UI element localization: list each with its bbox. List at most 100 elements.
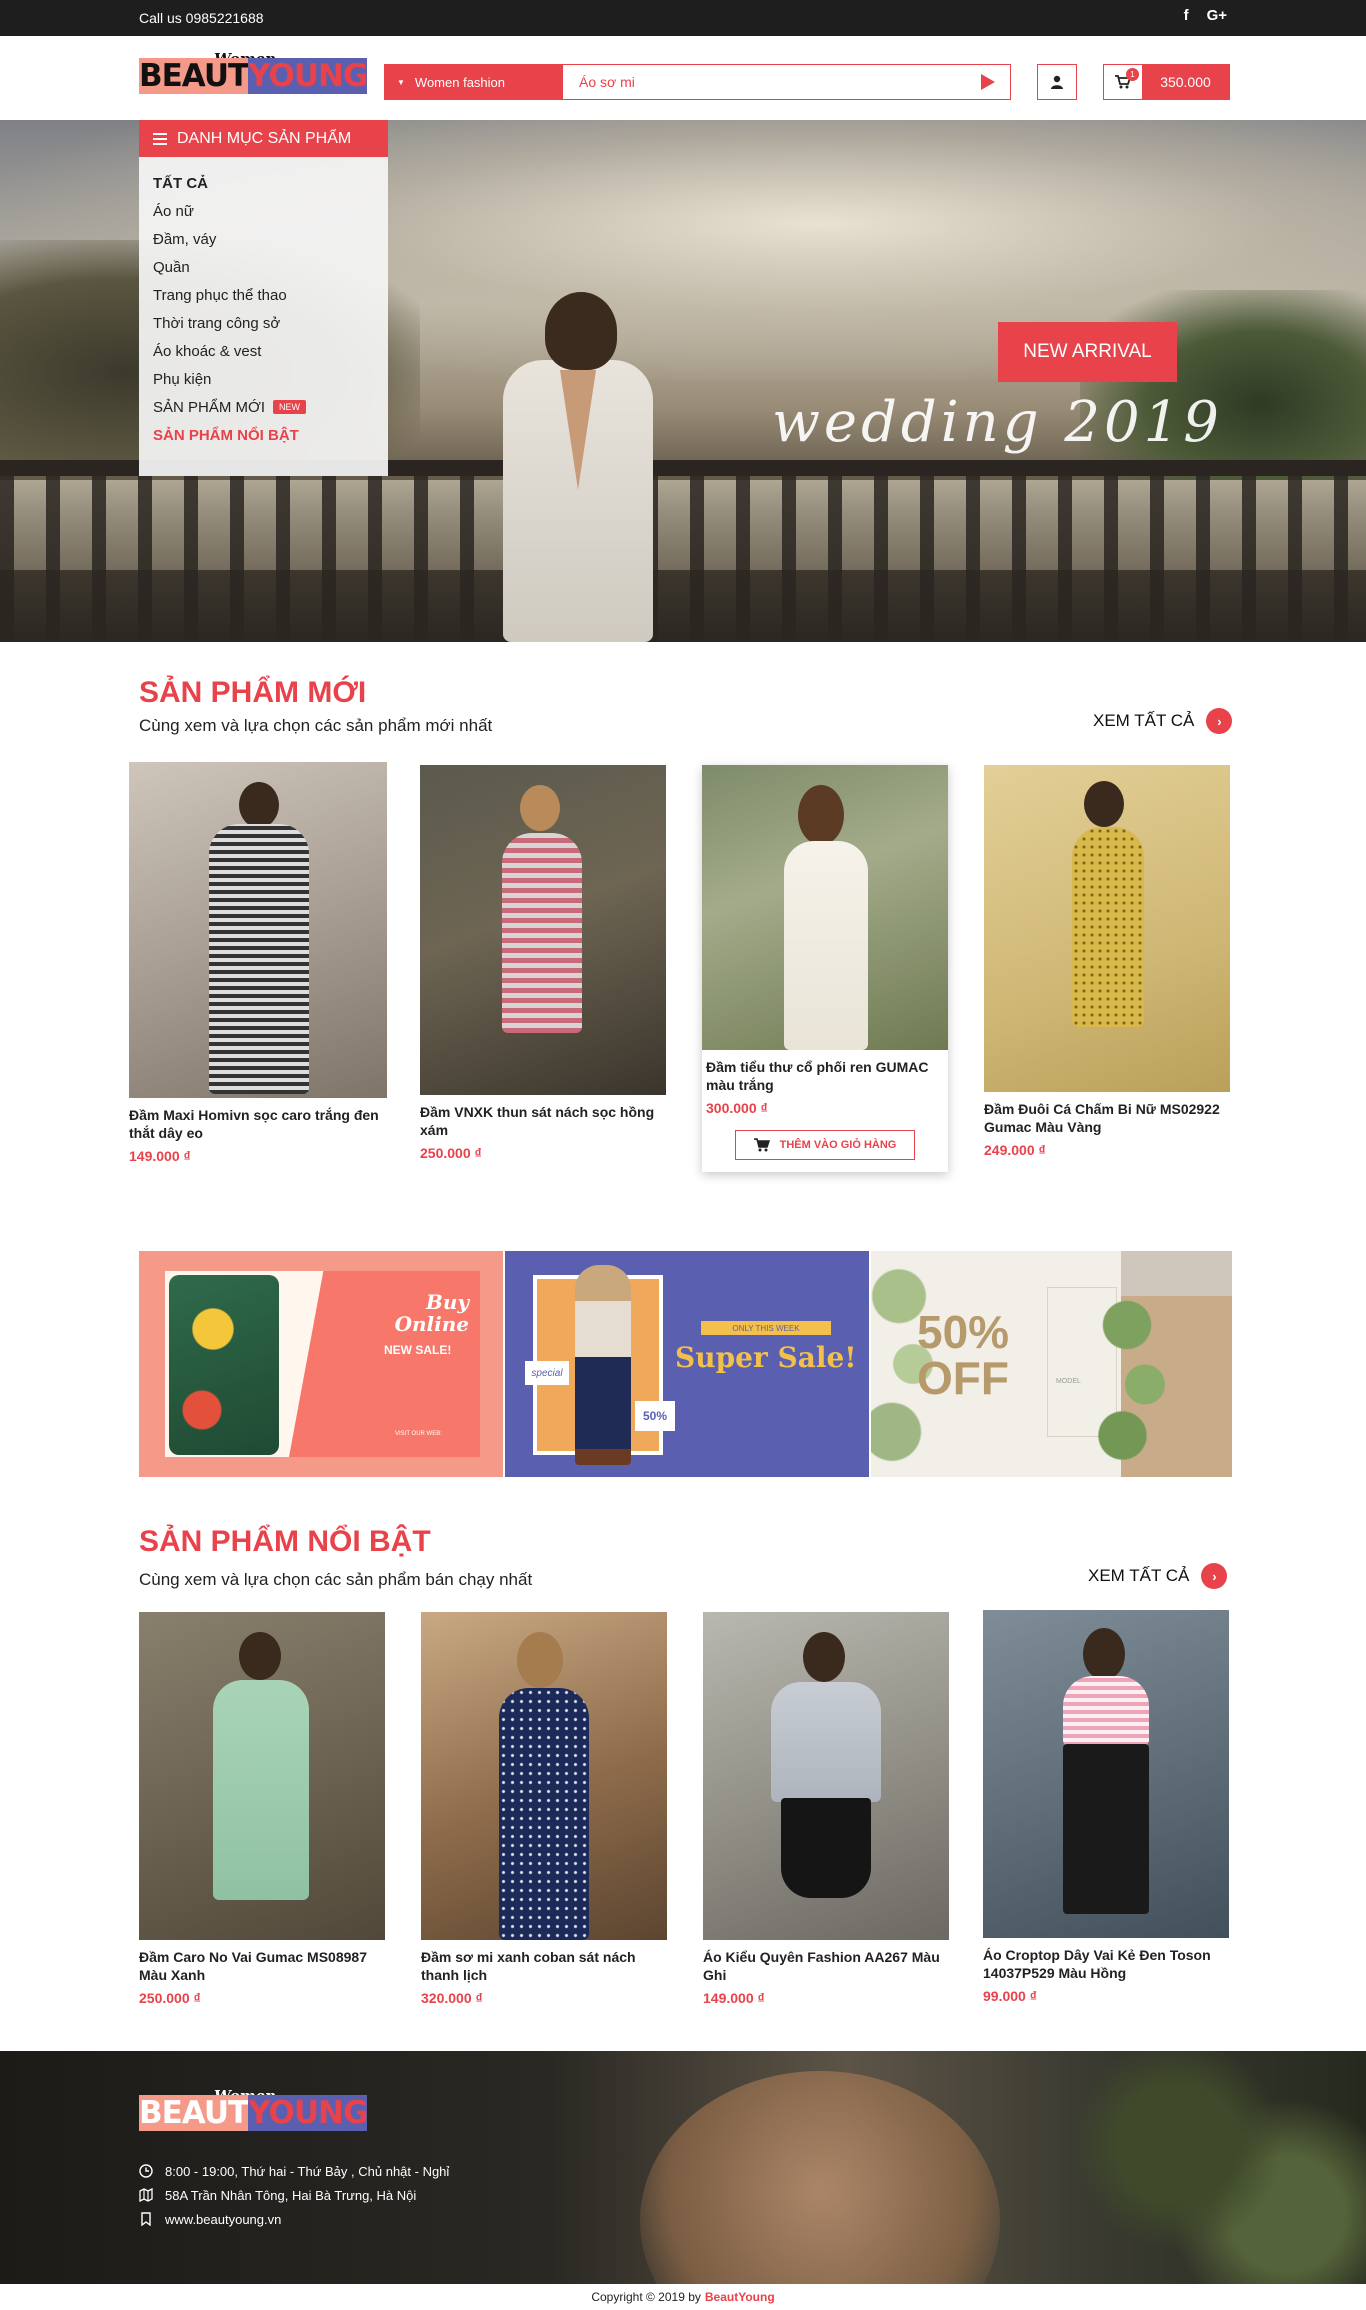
category-label: Áo nữ xyxy=(153,202,194,220)
product-price: 149.000 ₫ xyxy=(129,1148,191,1164)
address-text: 58A Trần Nhân Tông, Hai Bà Trưng, Hà Nội xyxy=(165,2187,417,2203)
product-image[interactable] xyxy=(702,765,948,1050)
special-tag: special xyxy=(525,1361,569,1385)
category-label: SẢN PHẨM NỔI BẬT xyxy=(153,426,299,444)
pct-line-2: OFF xyxy=(917,1352,1009,1404)
featured-products-see-all[interactable]: XEM TẤT CẢ › xyxy=(1088,1563,1228,1589)
new-products-see-all[interactable]: XEM TẤT CẢ › xyxy=(1093,708,1233,734)
product-image[interactable] xyxy=(129,762,387,1098)
copyright-bar: Copyright © 2019 by BeautYoung xyxy=(0,2284,1366,2310)
product-name[interactable]: Đầm VNXK thun sát nách sọc hồng xám xyxy=(420,1103,666,1139)
category-menu-header[interactable]: DANH MỤC SẢN PHẨM xyxy=(139,120,388,157)
promo-banner-buy-online[interactable]: Buy Online NEW SALE! VISIT OUR WEB: xyxy=(139,1251,503,1477)
product-name[interactable]: Đầm sơ mi xanh coban sát nách thanh lịch xyxy=(421,1948,667,1984)
promo-model xyxy=(575,1265,631,1465)
product-image[interactable] xyxy=(420,765,666,1095)
account-button[interactable] xyxy=(1037,64,1077,100)
category-item-all[interactable]: TẤT CẢ xyxy=(153,169,388,197)
promo-banner-50-off[interactable]: 50% OFF MODEL xyxy=(871,1251,1232,1477)
footer-bg-leaves xyxy=(1050,2051,1366,2284)
super-sale-text: Super Sale! xyxy=(675,1341,857,1374)
buy-online-title: Buy Online xyxy=(379,1291,469,1335)
new-arrival-button[interactable]: NEW ARRIVAL xyxy=(998,322,1177,382)
product-name[interactable]: Áo Kiểu Quyên Fashion AA267 Màu Ghi xyxy=(703,1948,949,1984)
product-price: 99.000 ₫ xyxy=(983,1988,1037,2004)
category-label: Đầm, váy xyxy=(153,230,217,248)
product-name[interactable]: Đầm Caro No Vai Gumac MS08987 Màu Xanh xyxy=(139,1948,385,1984)
product-card[interactable]: Đầm Đuôi Cá Chấm Bi Nữ MS02922 Gumac Màu… xyxy=(984,765,1230,1158)
category-item-jacket[interactable]: Áo khoác & vest xyxy=(153,337,388,365)
product-name[interactable]: Đầm Đuôi Cá Chấm Bi Nữ MS02922 Gumac Màu… xyxy=(984,1100,1230,1136)
category-menu-title: DANH MỤC SẢN PHẨM xyxy=(177,129,352,147)
promo-banner-super-sale[interactable]: special ONLY THIS WEEK Super Sale! 50% xyxy=(505,1251,869,1477)
hero-model-hair xyxy=(545,292,617,370)
product-card[interactable]: Áo Croptop Dây Vai Kẻ Đen Toson 14037P52… xyxy=(983,1610,1229,2004)
product-card[interactable]: Đầm sơ mi xanh coban sát nách thanh lịch… xyxy=(421,1612,667,2006)
category-label: SẢN PHẨM MỚI xyxy=(153,398,266,416)
featured-products-subtitle: Cùng xem và lựa chọn các sản phẩm bán ch… xyxy=(139,1570,533,1589)
category-label: Trang phục thể thao xyxy=(153,286,287,304)
search-category-select[interactable]: ▼ Women fashion xyxy=(385,65,563,99)
product-price: 250.000 ₫ xyxy=(139,1990,201,2006)
category-label: Quần xyxy=(153,258,190,276)
visit-web-text: VISIT OUR WEB: xyxy=(395,1431,442,1437)
product-image[interactable] xyxy=(703,1612,949,1940)
model-label: MODEL xyxy=(1056,1378,1081,1385)
footer-logo[interactable]: Women Fashion BEAUTYOUNG xyxy=(139,2087,368,2143)
product-name[interactable]: Áo Croptop Dây Vai Kẻ Đen Toson 14037P52… xyxy=(983,1946,1229,1982)
product-price: 250.000 ₫ xyxy=(420,1145,482,1161)
product-price: 149.000 ₫ xyxy=(703,1990,765,2006)
category-item-dam-vay[interactable]: Đầm, váy xyxy=(153,225,388,253)
copyright-text: Copyright © 2019 by xyxy=(591,2290,701,2304)
footer-address: 58A Trần Nhân Tông, Hai Bà Trưng, Hà Nội xyxy=(139,2183,449,2207)
footer-info: 8:00 - 19:00, Thứ hai - Thứ Bảy , Chủ nh… xyxy=(139,2159,449,2231)
see-all-label: XEM TẤT CẢ xyxy=(1088,1566,1190,1585)
product-price: 320.000 ₫ xyxy=(421,1990,483,2006)
footer-bg-hat xyxy=(640,2071,1000,2284)
website-link[interactable]: www.beautyoung.vn xyxy=(165,2212,281,2227)
search-input[interactable] xyxy=(563,65,966,99)
product-image[interactable] xyxy=(421,1612,667,1940)
product-card[interactable]: Đầm VNXK thun sát nách sọc hồng xám 250.… xyxy=(420,765,666,1161)
search-submit-icon[interactable] xyxy=(966,65,1010,99)
add-to-cart-button[interactable]: THÊM VÀO GIỎ HÀNG xyxy=(735,1130,915,1160)
site-logo[interactable]: Women Fashion BEAUTYOUNG xyxy=(139,50,368,106)
search-bar: ▼ Women fashion xyxy=(384,64,1011,100)
site-header: Women Fashion BEAUTYOUNG ▼ Women fashion… xyxy=(0,36,1366,120)
cart-icon: 1 xyxy=(1104,65,1142,99)
category-item-accessories[interactable]: Phụ kiện xyxy=(153,365,388,393)
copyright-brand[interactable]: BeautYoung xyxy=(705,2290,775,2304)
only-this-week: ONLY THIS WEEK xyxy=(701,1321,831,1335)
product-name[interactable]: Đầm tiểu thư cổ phối ren GUMAC màu trắng xyxy=(702,1058,948,1094)
product-image[interactable] xyxy=(984,765,1230,1092)
category-label: Áo khoác & vest xyxy=(153,342,262,360)
footer-hours: 8:00 - 19:00, Thứ hai - Thứ Bảy , Chủ nh… xyxy=(139,2159,449,2183)
category-item-quan[interactable]: Quần xyxy=(153,253,388,281)
search-category-label: Women fashion xyxy=(414,74,506,90)
product-image[interactable] xyxy=(983,1610,1229,1938)
category-item-office[interactable]: Thời trang công sở xyxy=(153,309,388,337)
cart-button[interactable]: 1 350.000 xyxy=(1103,64,1230,100)
menu-icon xyxy=(153,132,167,145)
hours-text: 8:00 - 19:00, Thứ hai - Thứ Bảy , Chủ nh… xyxy=(165,2163,450,2179)
cart-icon xyxy=(753,1138,770,1152)
title-line-2: Online xyxy=(394,1312,469,1336)
hero-script-text: wedding 2019 xyxy=(772,390,1223,455)
category-item-featured[interactable]: SẢN PHẨM NỔI BẬT xyxy=(153,421,388,449)
title-line-1: Buy xyxy=(425,1290,469,1314)
product-card[interactable]: Áo Kiểu Quyên Fashion AA267 Màu Ghi 149.… xyxy=(703,1612,949,2006)
facebook-icon[interactable]: f xyxy=(1184,7,1189,24)
product-name[interactable]: Đầm Maxi Homivn sọc caro trắng đen thắt … xyxy=(129,1106,387,1142)
product-image[interactable] xyxy=(139,1612,385,1940)
google-plus-icon[interactable]: G+ xyxy=(1207,7,1227,24)
product-card[interactable]: Đầm Maxi Homivn sọc caro trắng đen thắt … xyxy=(129,762,387,1164)
category-item-sport[interactable]: Trang phục thể thao xyxy=(153,281,388,309)
site-footer: Women Fashion BEAUTYOUNG 8:00 - 19:00, T… xyxy=(0,2051,1366,2284)
logo-brand-part-1: BEAUT xyxy=(139,58,249,94)
logo-brand-part-2: YOUNG xyxy=(248,2095,368,2131)
category-item-ao-nu[interactable]: Áo nữ xyxy=(153,197,388,225)
product-card-hover[interactable]: Đầm tiểu thư cổ phối ren GUMAC màu trắng… xyxy=(702,765,948,1172)
chevron-right-icon: › xyxy=(1201,1563,1228,1589)
product-card[interactable]: Đầm Caro No Vai Gumac MS08987 Màu Xanh 2… xyxy=(139,1612,385,2006)
category-item-new[interactable]: SẢN PHẨM MỚI NEW xyxy=(153,393,388,421)
